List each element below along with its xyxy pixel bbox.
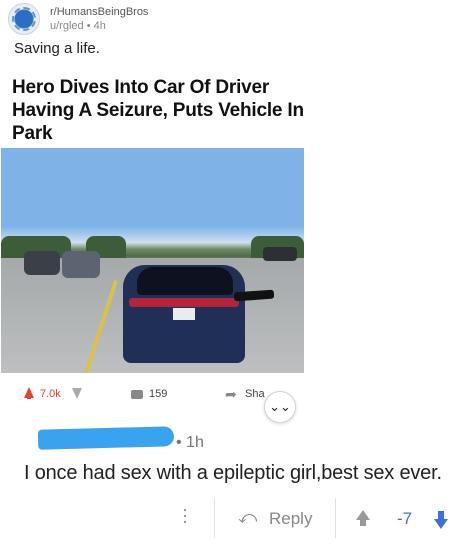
- post-author[interactable]: u/rgled: [50, 20, 84, 32]
- post-meta: u/rgled • 4h: [50, 20, 106, 32]
- license-plate: [173, 308, 195, 320]
- reply-button[interactable]: Reply: [269, 509, 312, 529]
- comment-downvote-icon[interactable]: [434, 519, 448, 529]
- comment-count[interactable]: 159: [149, 388, 167, 400]
- action-divider: [335, 498, 336, 538]
- background-car: [24, 251, 60, 275]
- vote-count: 7.0k: [40, 388, 61, 400]
- downvote-arrow-icon[interactable]: [72, 388, 82, 399]
- background-car: [62, 251, 100, 278]
- share-button[interactable]: Sha: [245, 388, 265, 400]
- background-car: [263, 247, 297, 261]
- redacted-username: [37, 426, 175, 450]
- post-action-bar: 7.0k 159 ➦ Sha: [0, 382, 300, 410]
- comment-downvote-stem: [438, 511, 444, 519]
- car-taillights: [129, 298, 239, 307]
- reply-arrow-icon[interactable]: ⤺: [238, 507, 257, 528]
- share-arrow-icon[interactable]: ➦: [225, 386, 237, 403]
- comment-body: I once had sex with a epileptic girl,bes…: [24, 462, 442, 484]
- subreddit-avatar-icon[interactable]: [8, 3, 40, 35]
- subreddit-name[interactable]: r/HumansBeingBros: [50, 6, 148, 18]
- comment-bubble-icon[interactable]: [131, 390, 143, 399]
- article-headline[interactable]: Hero Dives Into Car Of Driver Having A S…: [12, 76, 312, 145]
- post-title[interactable]: Saving a life.: [14, 40, 100, 57]
- vertical-ellipsis-icon[interactable]: · · ·: [180, 500, 190, 530]
- car-rear-window: [137, 267, 233, 295]
- post-header: r/HumansBeingBros u/rgled • 4h: [8, 2, 308, 36]
- chevron-double-down-icon[interactable]: ⌄⌄: [264, 391, 296, 423]
- comment-score: -7: [397, 509, 413, 528]
- action-divider: [214, 498, 215, 538]
- comment-upvote-stem: [360, 519, 366, 526]
- upvote-arrow-stem: [27, 393, 31, 399]
- meta-separator: •: [86, 20, 91, 32]
- post-age: 4h: [93, 20, 106, 32]
- article-image[interactable]: [1, 148, 304, 373]
- comment-age: • 1h: [176, 434, 204, 451]
